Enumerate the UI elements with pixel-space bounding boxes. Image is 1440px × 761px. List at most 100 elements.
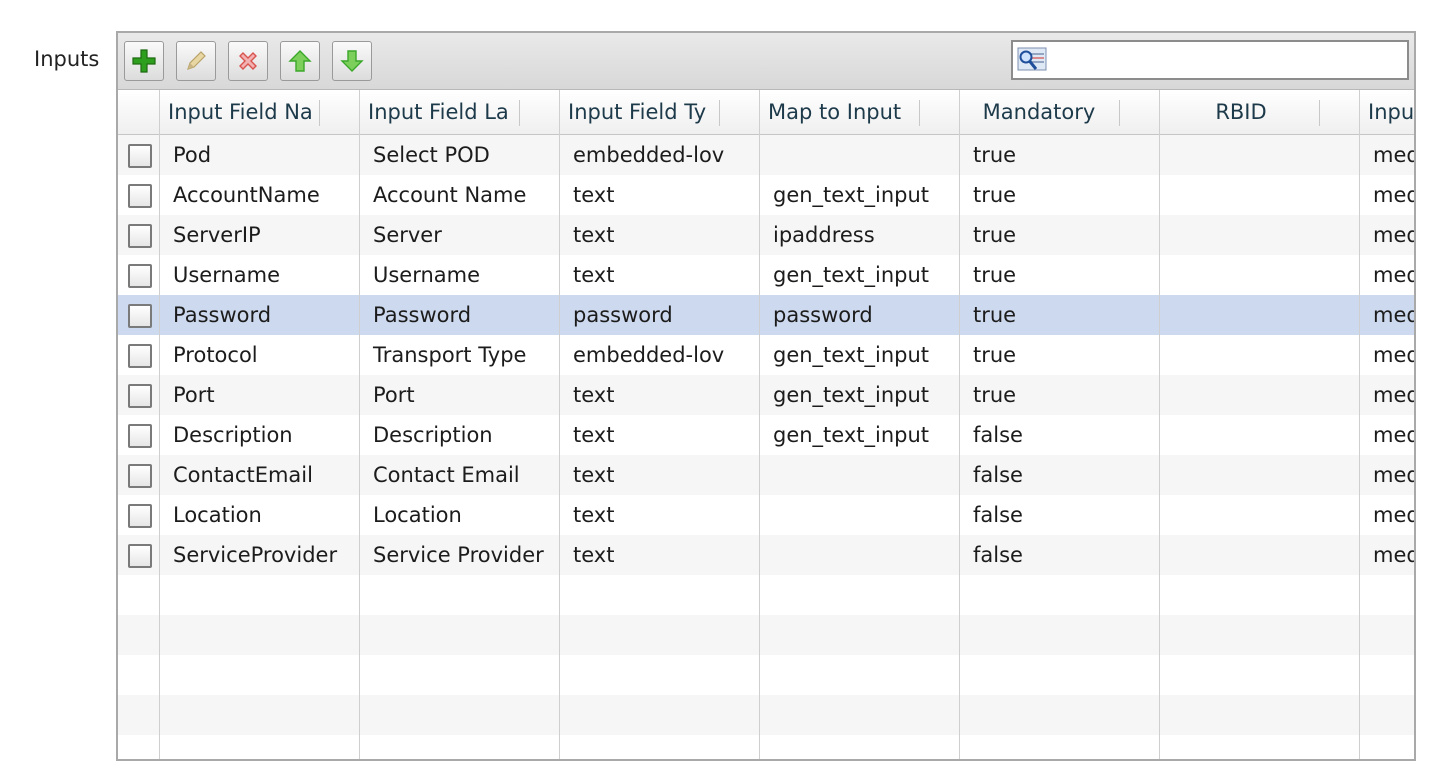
cell-input-field-label: Username [373, 263, 481, 287]
cell-input-field-name: ServerIP [173, 223, 261, 247]
cell-mandatory: true [973, 223, 1017, 247]
cell-input-field-type: text [573, 383, 615, 407]
table-row[interactable]: Description Description text gen_text_input… [118, 415, 1414, 455]
cell-input-field-name: Pod [173, 143, 212, 167]
cell-input: med [1373, 303, 1416, 327]
cell-input-field-name: AccountName [173, 183, 320, 207]
cell-input-field-type: text [573, 463, 615, 487]
pencil-icon [187, 51, 206, 70]
cell-input-field-type: text [573, 223, 615, 247]
header-checkbox-cell [118, 90, 159, 134]
table-row[interactable]: AccountName Account Name text gen_text_inpu… [118, 175, 1414, 215]
table-row[interactable]: ServiceProvider Service Provider text false… [118, 535, 1414, 575]
cell-input-field-label: Select POD [373, 143, 490, 167]
cell-rbid [1159, 375, 1359, 415]
table-row[interactable]: Location Location text false med [118, 495, 1414, 535]
cell-input-field-type: embedded-lov [573, 143, 725, 167]
cell-mandatory: false [973, 463, 1023, 487]
cell-map-to-input: ipaddress [773, 223, 875, 247]
cell-map-to-input: password [773, 303, 873, 327]
row-checkbox[interactable] [128, 464, 152, 488]
cell-input: med [1373, 463, 1416, 487]
column-header-map-to-input[interactable]: Map to Input [760, 90, 922, 134]
cell-input-field-name: Description [173, 423, 293, 447]
table-row[interactable]: Port Port text gen_text_input true med [118, 375, 1416, 415]
cell-rbid [1159, 535, 1359, 575]
cell-mandatory: true [973, 343, 1017, 367]
row-checkbox[interactable] [128, 144, 152, 168]
row-checkbox[interactable] [128, 224, 152, 248]
cell-rbid [1159, 335, 1359, 375]
row-checkbox[interactable] [128, 184, 152, 208]
empty-row [118, 695, 1414, 735]
cell-input-field-name: Location [173, 503, 262, 527]
cell-rbid [1159, 135, 1359, 175]
row-checkbox[interactable] [128, 344, 152, 368]
cell-input-field-label: Description [373, 423, 493, 447]
table-row[interactable]: Protocol Transport Type embedded-lov gen_te… [118, 335, 1416, 375]
cell-input: med [1373, 343, 1416, 367]
cell-input-field-label: Password [373, 303, 472, 327]
cell-mandatory: false [973, 503, 1023, 527]
table-header: Input Field Na Input Field La Input Fiel… [118, 90, 1414, 135]
edit-button[interactable] [176, 41, 216, 81]
cell-input-field-type: text [573, 543, 615, 567]
move-up-button[interactable] [280, 41, 320, 81]
cell-input-field-name: ServiceProvider [173, 543, 338, 567]
cell-input-field-name: Protocol [173, 343, 258, 367]
delete-button[interactable] [228, 41, 268, 81]
cell-rbid [1159, 455, 1359, 495]
arrow-up-icon [288, 50, 312, 72]
column-header-input-field-label[interactable]: Input Field La [360, 90, 522, 134]
data-grid: Input Field Na Input Field La Input Fiel… [118, 90, 1416, 759]
cell-input: med [1373, 263, 1416, 287]
cell-rbid [1159, 215, 1359, 255]
search-box [1011, 40, 1409, 80]
cell-input-field-name: ContactEmail [173, 463, 313, 487]
column-header-mandatory[interactable]: Mandatory [960, 90, 1118, 134]
cell-input-field-type: text [573, 263, 615, 287]
table-row[interactable]: Password Password password password true med [118, 295, 1416, 335]
cell-input-field-label: Server [373, 223, 442, 247]
column-header-input-field-type[interactable]: Input Field Ty [560, 90, 722, 134]
cell-input-field-label: Transport Type [373, 343, 527, 367]
cell-rbid [1159, 415, 1359, 455]
cell-map-to-input: gen_text_input [773, 263, 930, 287]
column-header-input[interactable]: Inpu [1360, 90, 1414, 134]
row-checkbox[interactable] [128, 424, 152, 448]
add-button[interactable] [124, 41, 164, 81]
inputs-table-panel: Input Field Na Input Field La Input Fiel… [116, 31, 1416, 761]
cell-map-to-input: gen_text_input [773, 383, 930, 407]
cell-input-field-name: Password [173, 303, 272, 327]
cell-input-field-type: text [573, 503, 615, 527]
row-checkbox[interactable] [128, 304, 152, 328]
row-checkbox[interactable] [128, 384, 152, 408]
cell-map-to-input [759, 455, 959, 495]
search-input[interactable] [1053, 46, 1402, 76]
row-checkbox[interactable] [128, 264, 152, 288]
cell-rbid [1159, 495, 1359, 535]
plus-icon [132, 49, 156, 73]
cell-input-field-type: embedded-lov [573, 343, 725, 367]
cell-input-field-label: Location [373, 503, 462, 527]
column-header-input-field-name[interactable]: Input Field Na [160, 90, 322, 134]
table-row[interactable]: ServerIP Server text ipaddress true med [118, 215, 1416, 255]
column-header-rbid[interactable]: RBID [1160, 90, 1322, 134]
table-row[interactable]: Pod Select POD embedded-lov true med [118, 135, 1414, 175]
cell-input: med [1373, 223, 1416, 247]
table-row[interactable]: Username Username text gen_text_input true me… [118, 255, 1416, 295]
cell-map-to-input [759, 135, 959, 175]
table-toolbar [118, 33, 1414, 90]
cell-input-field-type: password [573, 303, 673, 327]
table-row[interactable]: ContactEmail Contact Email text false med [118, 455, 1416, 495]
cell-map-to-input [759, 495, 959, 535]
search-icon [1017, 47, 1047, 71]
cell-input: med [1373, 383, 1416, 407]
cell-map-to-input: gen_text_input [773, 343, 930, 367]
cell-mandatory: false [973, 423, 1023, 447]
row-checkbox[interactable] [128, 504, 152, 528]
move-down-button[interactable] [332, 41, 372, 81]
cell-mandatory: true [973, 303, 1017, 327]
row-checkbox[interactable] [128, 544, 152, 568]
cell-rbid [1159, 175, 1359, 215]
